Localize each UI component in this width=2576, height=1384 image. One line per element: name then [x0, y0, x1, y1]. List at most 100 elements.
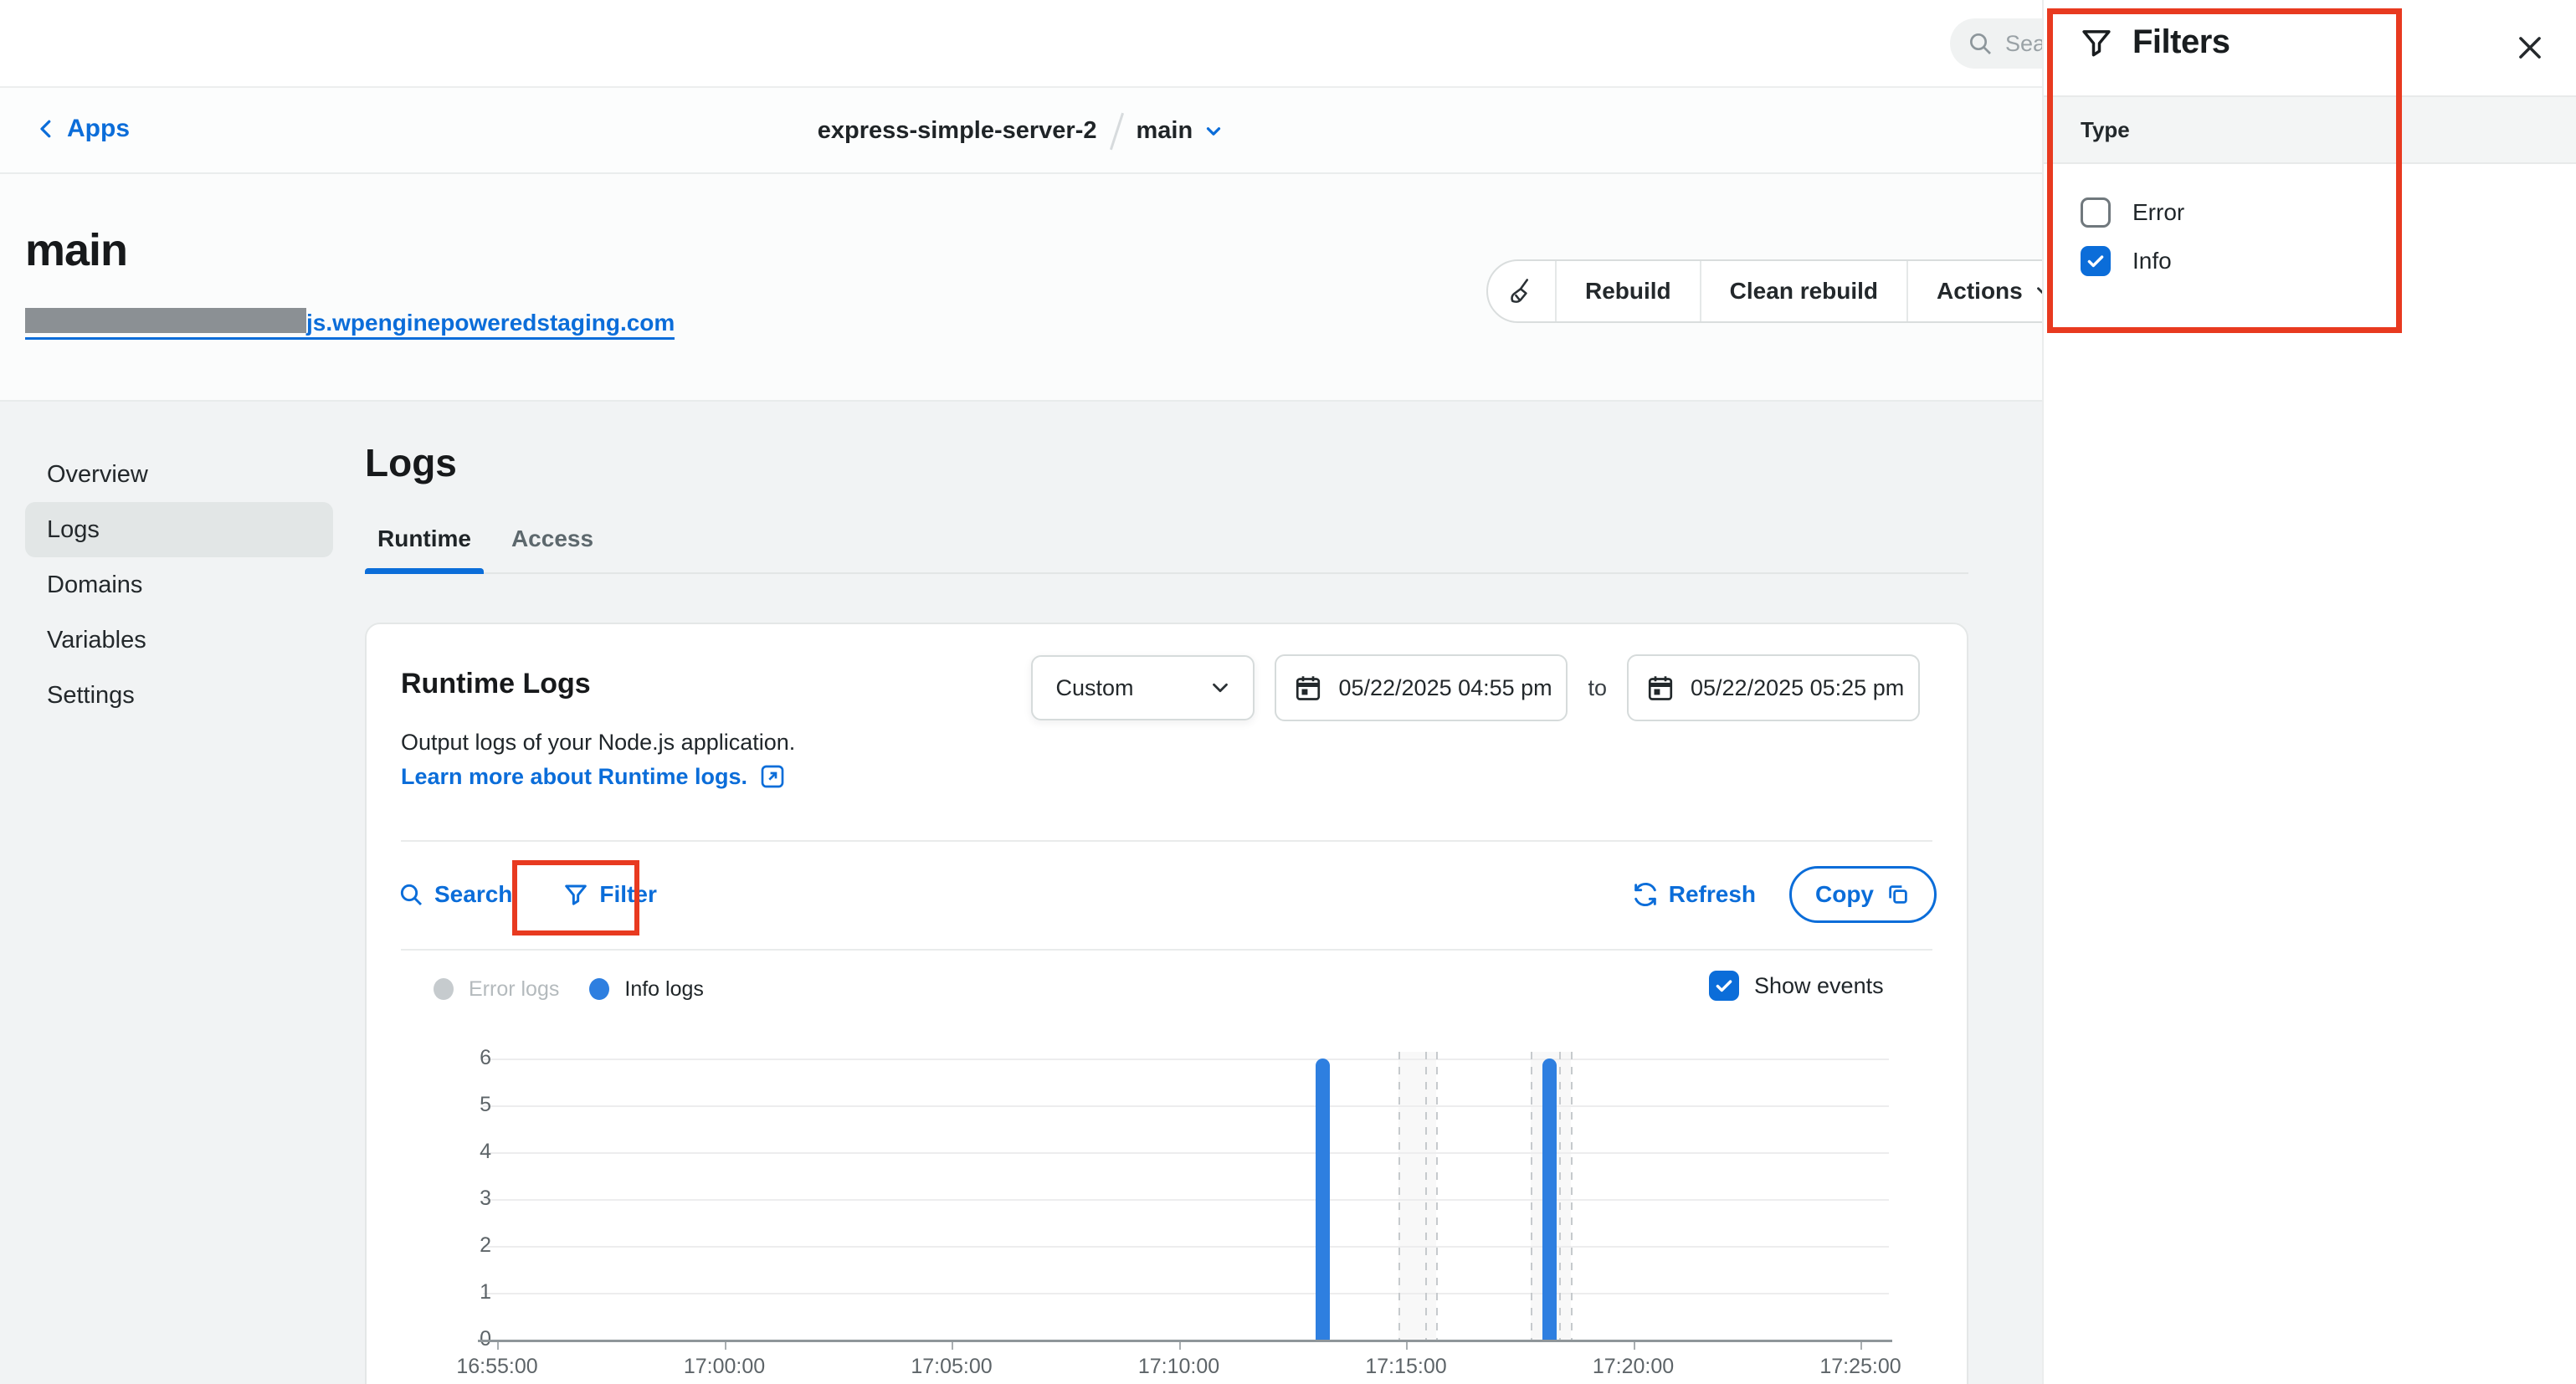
copy-button[interactable]: Copy: [1789, 866, 1937, 923]
breadcrumb: express-simple-server-2 main: [0, 88, 2042, 174]
log-filter-label: Filter: [599, 881, 656, 908]
learn-more-label: Learn more about Runtime logs.: [401, 764, 747, 790]
show-events-toggle[interactable]: Show events: [1709, 971, 1884, 1001]
sidebar-item-overview[interactable]: Overview: [25, 447, 333, 502]
date-to-value: 05/22/2025 05:25 pm: [1691, 675, 1904, 701]
log-filter-button[interactable]: Filter: [562, 881, 656, 908]
date-to-input[interactable]: 05/22/2025 05:25 pm: [1627, 654, 1920, 721]
refresh-icon: [1632, 881, 1659, 908]
sidebar-item-settings[interactable]: Settings: [25, 668, 333, 723]
filters-panel: Filters Type Error Info: [2042, 0, 2576, 1384]
chevron-down-icon: [1208, 675, 1233, 700]
y-axis-label: 3: [441, 1187, 491, 1211]
info-checkbox[interactable]: [2081, 246, 2111, 276]
app-screen: Apps express-simple-server-2 main main j…: [0, 0, 2576, 1384]
logs-tabs: Runtime Access: [365, 525, 1968, 574]
sidebar-item-variables[interactable]: Variables: [25, 613, 333, 668]
x-axis-line: [478, 1340, 1892, 1342]
range-preset-value: Custom: [1055, 675, 1133, 701]
rebuild-button[interactable]: Rebuild: [1555, 261, 1700, 321]
calendar-icon: [1293, 673, 1323, 703]
y-axis-label: 5: [441, 1093, 491, 1117]
tab-access[interactable]: Access: [502, 525, 603, 572]
sidebar-item-domains[interactable]: Domains: [25, 557, 333, 613]
info-logs-dot: [589, 978, 609, 1000]
event-band: [1398, 1052, 1436, 1340]
filter-option-error[interactable]: Error: [2081, 197, 2184, 228]
sidebar-item-logs[interactable]: Logs: [25, 502, 333, 557]
show-events-checkbox[interactable]: [1709, 971, 1739, 1001]
environment-url-text: js.wpenginepoweredstaging.com: [306, 311, 675, 335]
environment-title: main: [25, 224, 127, 276]
chevron-down-icon: [1203, 120, 1224, 142]
x-axis-tick: [1179, 1342, 1181, 1350]
clean-cache-button[interactable]: [1488, 261, 1555, 321]
copy-icon: [1886, 882, 1911, 907]
filters-panel-header: Filters: [2044, 0, 2576, 95]
log-count-bar: [1316, 1059, 1330, 1340]
search-icon: [1967, 30, 1994, 57]
check-icon: [2085, 250, 2106, 272]
event-marker-line: [1571, 1052, 1573, 1340]
log-count-bar: [1542, 1059, 1557, 1340]
legend-info-logs[interactable]: Info logs: [589, 977, 704, 1002]
event-marker-line: [1425, 1052, 1427, 1340]
filter-option-info[interactable]: Info: [2081, 246, 2172, 276]
x-axis-label: 16:55:00: [430, 1355, 564, 1379]
x-axis-tick: [1634, 1342, 1635, 1350]
show-events-label: Show events: [1754, 973, 1884, 999]
close-icon: [2514, 32, 2546, 64]
actions-label: Actions: [1937, 278, 2023, 305]
clean-rebuild-label: Clean rebuild: [1730, 278, 1878, 305]
x-axis-label: 17:10:00: [1112, 1355, 1246, 1379]
error-logs-label: Error logs: [469, 977, 559, 1002]
event-marker-line: [1559, 1052, 1561, 1340]
y-axis-label: 1: [441, 1280, 491, 1305]
event-marker-line: [1531, 1052, 1532, 1340]
x-axis-label: 17:05:00: [885, 1355, 1019, 1379]
breadcrumb-separator: [1109, 112, 1123, 150]
search-icon: [398, 881, 424, 908]
range-preset-select[interactable]: Custom: [1031, 655, 1255, 720]
event-marker-line: [1398, 1052, 1400, 1340]
tab-runtime[interactable]: Runtime: [365, 525, 484, 572]
x-axis-label: 17:25:00: [1793, 1355, 1927, 1379]
page-title: Logs: [365, 440, 457, 485]
gridline: [483, 1293, 1889, 1294]
x-axis-tick: [725, 1342, 726, 1350]
date-from-input[interactable]: 05/22/2025 04:55 pm: [1275, 654, 1568, 721]
filters-panel-title: Filters: [2132, 23, 2230, 61]
environment-name: main: [1137, 117, 1193, 145]
broom-icon: [1506, 276, 1537, 306]
gridline: [483, 1246, 1889, 1248]
info-logs-label: Info logs: [624, 977, 704, 1002]
card-divider: [401, 949, 1932, 951]
environment-actions-group: Rebuild Clean rebuild Actions: [1486, 259, 2085, 323]
x-axis-tick: [952, 1342, 953, 1350]
clean-rebuild-button[interactable]: Clean rebuild: [1700, 261, 1906, 321]
learn-more-link[interactable]: Learn more about Runtime logs.: [401, 763, 786, 790]
refresh-button[interactable]: Refresh: [1632, 881, 1756, 908]
runtime-logs-card: Runtime Logs Custom 05/22/2025 04:55 pm …: [365, 623, 1968, 1384]
environment-switcher[interactable]: main: [1137, 117, 1225, 145]
refresh-label: Refresh: [1669, 881, 1756, 908]
runtime-logs-chart: 012345616:55:0017:00:0017:05:0017:10:001…: [483, 1039, 1889, 1384]
check-icon: [1713, 975, 1735, 997]
y-axis-label: 4: [441, 1140, 491, 1164]
error-checkbox[interactable]: [2081, 197, 2111, 228]
x-axis-label: 17:00:00: [658, 1355, 792, 1379]
filter-funnel-icon: [562, 881, 589, 908]
y-axis-label: 2: [441, 1233, 491, 1258]
chart-legend: Error logs Info logs: [434, 971, 704, 1007]
gridline: [483, 1199, 1889, 1201]
legend-error-logs[interactable]: Error logs: [434, 977, 559, 1002]
info-option-label: Info: [2132, 248, 2172, 274]
close-panel-button[interactable]: [2509, 27, 2551, 69]
x-axis-tick: [497, 1342, 499, 1350]
calendar-icon: [1645, 673, 1675, 703]
y-axis-label: 6: [441, 1046, 491, 1070]
log-search-button[interactable]: Search: [398, 881, 512, 908]
log-toolbar-right: Refresh Copy: [1632, 857, 1937, 932]
environment-url-link[interactable]: js.wpenginepoweredstaging.com: [25, 308, 675, 340]
date-from-value: 05/22/2025 04:55 pm: [1338, 675, 1552, 701]
